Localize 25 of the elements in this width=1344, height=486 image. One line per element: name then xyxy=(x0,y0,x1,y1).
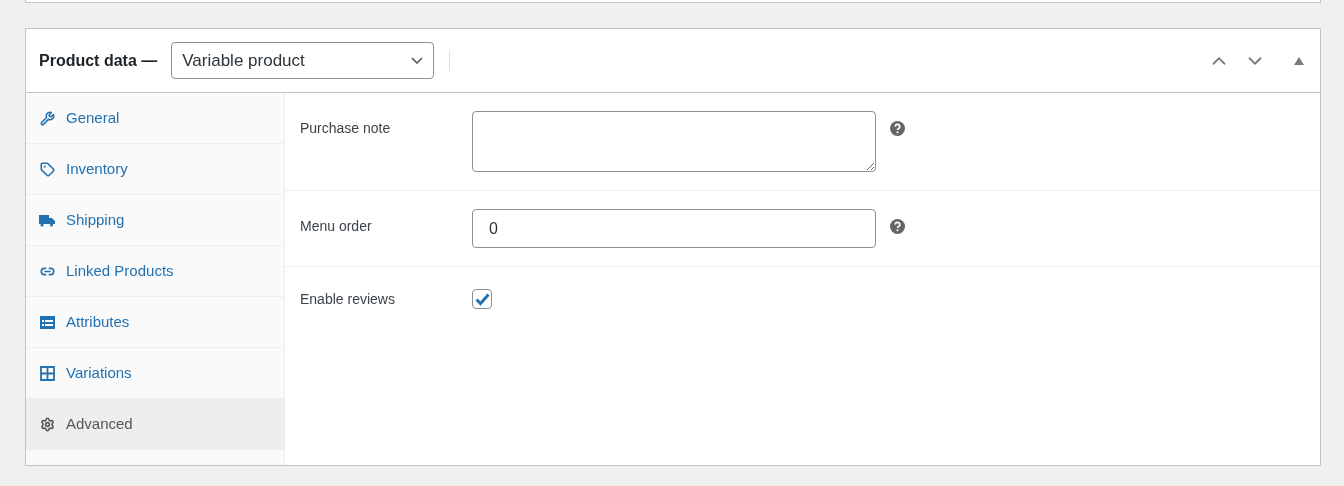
help-icon[interactable] xyxy=(890,219,905,234)
sidebar-tab[interactable]: Linked Products xyxy=(26,246,284,297)
tag-icon xyxy=(39,161,55,177)
truck-icon xyxy=(39,213,55,227)
field-label: Enable reviews xyxy=(299,290,396,309)
sidebar-tab[interactable]: Attributes xyxy=(26,297,284,348)
purchase-note-field[interactable] xyxy=(472,111,876,172)
help-icon[interactable] xyxy=(890,121,905,136)
sidebar-tab[interactable]: Inventory xyxy=(26,144,284,195)
gear-icon xyxy=(39,416,55,432)
enable-reviews-checkbox[interactable] xyxy=(472,289,492,309)
menu-order-field[interactable]: 0 xyxy=(472,209,876,248)
sidebar-tab[interactable]: General xyxy=(26,93,284,144)
sidebar-tab[interactable]: Shipping xyxy=(26,195,284,246)
field-label: Menu order xyxy=(299,217,373,236)
sidebar-tab[interactable]: Advanced xyxy=(26,399,284,450)
check-icon xyxy=(474,292,490,306)
caret-icon xyxy=(411,57,424,64)
grid-icon xyxy=(39,365,55,381)
collapse-icon[interactable] xyxy=(1294,56,1304,65)
product-type-select[interactable]: Variable product xyxy=(171,42,435,79)
wrench-icon xyxy=(39,110,55,126)
field-label: Purchase note xyxy=(299,119,392,138)
list-icon xyxy=(39,315,55,329)
panel-title: Product data — xyxy=(39,50,158,71)
